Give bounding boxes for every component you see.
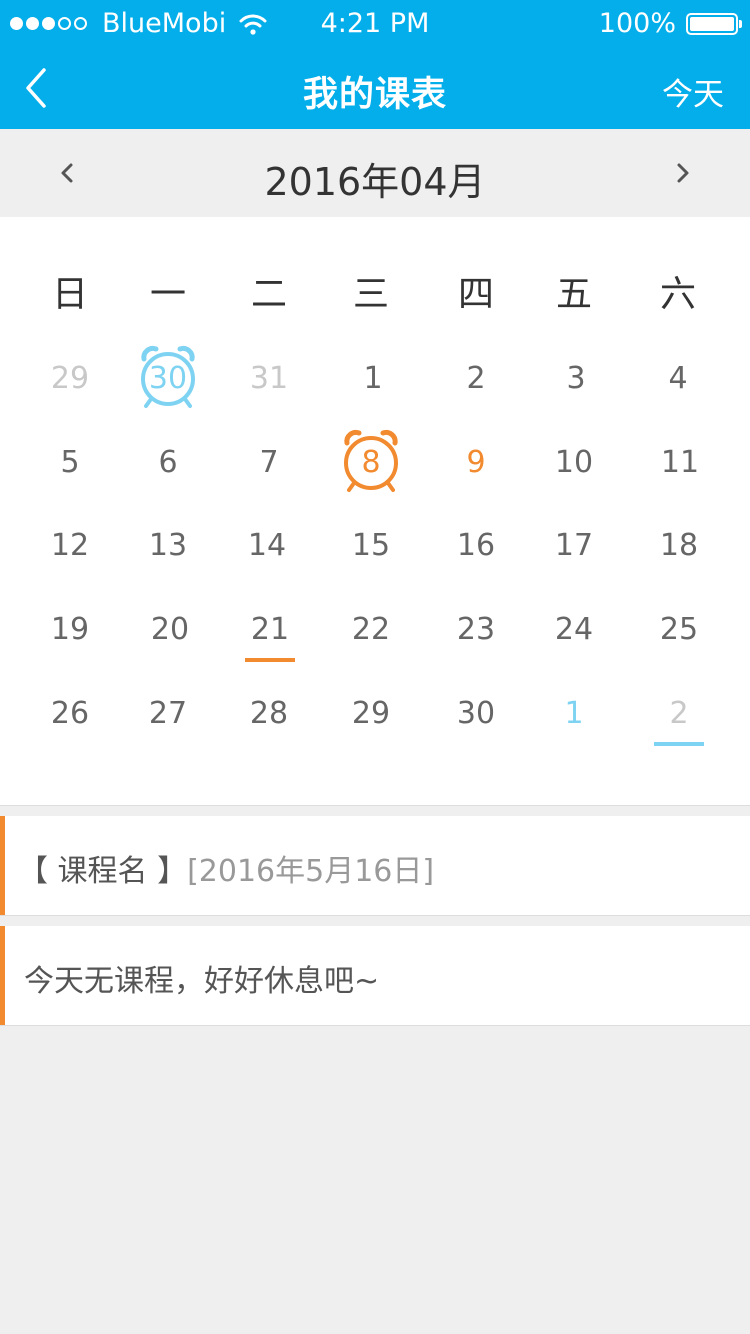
calendar-day[interactable]: 5 [30, 433, 110, 493]
next-month-arrow-icon[interactable] [668, 159, 696, 187]
course-date: [2016年5月16日] [187, 854, 435, 889]
calendar-day[interactable]: 15 [331, 516, 411, 576]
calendar-day[interactable]: 3 [536, 349, 616, 409]
status-bar: BlueMobi 4:21 PM 100% [0, 0, 750, 48]
top-bar: BlueMobi 4:21 PM 100% 我的课表 今天 [0, 0, 750, 129]
today-button[interactable]: 今天 [662, 69, 724, 114]
calendar-day[interactable]: 18 [639, 516, 719, 576]
calendar-day[interactable]: 17 [534, 516, 614, 576]
calendar-grid: 日 一 二 三 四 五 六 29 30 31 1 2 3 4 5 6 7 8 9… [0, 217, 750, 806]
weekday-tue: 二 [250, 274, 287, 315]
calendar-day[interactable]: 27 [128, 684, 208, 744]
calendar-day[interactable]: 29 [30, 349, 110, 409]
course-text: 【 课程名 】[2016年5月16日] [18, 846, 434, 890]
calendar-day[interactable]: 13 [128, 516, 208, 576]
calendar-day[interactable]: 7 [229, 433, 309, 493]
calendar-day-today[interactable]: 21 [230, 600, 310, 662]
today-underline [245, 658, 295, 662]
calendar-day[interactable]: 12 [30, 516, 110, 576]
card-accent-bar [0, 926, 5, 1025]
course-card[interactable]: 【 课程名 】[2016年5月16日] [0, 816, 750, 916]
calendar-day-selected[interactable]: 2 [639, 684, 719, 746]
selected-underline [654, 742, 704, 746]
calendar-day[interactable]: 31 [229, 349, 309, 409]
course-name: 【 课程名 】 [18, 854, 188, 889]
calendar-day[interactable]: 4 [638, 349, 718, 409]
status-right: 100% [598, 8, 742, 39]
battery-icon [686, 12, 742, 35]
calendar-day[interactable]: 25 [639, 600, 719, 660]
calendar-day[interactable]: 20 [130, 600, 210, 660]
card-accent-bar [0, 816, 5, 915]
calendar-day[interactable]: 29 [331, 684, 411, 744]
weekday-thu: 四 [457, 274, 494, 315]
weekday-fri: 五 [555, 274, 592, 315]
calendar-day[interactable]: 26 [30, 684, 110, 744]
battery-percent: 100% [598, 8, 676, 39]
calendar-day[interactable]: 24 [534, 600, 614, 660]
calendar-day[interactable]: 14 [227, 516, 307, 576]
calendar-day[interactable]: 22 [331, 600, 411, 660]
calendar-day[interactable]: 16 [436, 516, 516, 576]
calendar-day[interactable]: 6 [128, 433, 208, 493]
no-course-card: 今天无课程，好好休息吧~ [0, 926, 750, 1026]
calendar-day-with-reminder[interactable]: 30 [128, 345, 208, 409]
calendar-day[interactable]: 2 [436, 349, 516, 409]
weekday-sun: 日 [51, 274, 88, 315]
calendar-day[interactable]: 19 [30, 600, 110, 660]
calendar-day[interactable]: 9 [436, 433, 516, 493]
page-title: 我的课表 [302, 75, 447, 115]
calendar-day[interactable]: 28 [229, 684, 309, 744]
weekday-mon: 一 [149, 274, 186, 315]
weekday-sat: 六 [659, 274, 696, 315]
calendar-day[interactable]: 30 [436, 684, 516, 744]
month-label: 2016年04月 [264, 160, 486, 204]
calendar-day[interactable]: 23 [436, 600, 516, 660]
navigation-bar: 我的课表 今天 [0, 48, 750, 129]
calendar-day[interactable]: 1 [534, 684, 614, 744]
calendar-day[interactable]: 10 [534, 433, 614, 493]
no-course-message: 今天无课程，好好休息吧~ [24, 964, 380, 999]
calendar-day-with-reminder[interactable]: 8 [331, 429, 411, 493]
calendar-day[interactable]: 11 [640, 433, 720, 493]
month-selector: 2016年04月 [0, 129, 750, 217]
weekday-wed: 三 [352, 274, 389, 315]
calendar-day[interactable]: 1 [333, 349, 413, 409]
